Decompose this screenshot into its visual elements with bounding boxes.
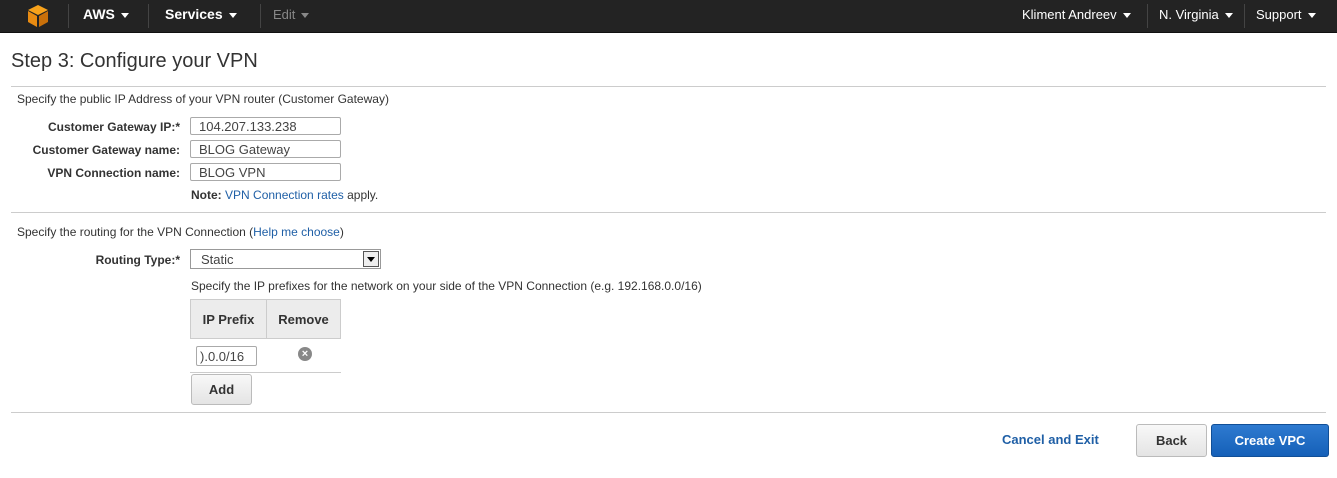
divider [11,86,1326,87]
help-me-choose-link[interactable]: Help me choose [253,225,340,239]
customer-gateway-name-input[interactable] [190,140,341,158]
edit-menu[interactable]: Edit [273,0,310,32]
customer-gateway-ip-label: Customer Gateway IP:* [47,120,180,134]
region-menu-label: N. Virginia [1159,7,1219,22]
customer-gateway-ip-input[interactable] [190,117,341,135]
aws-cube-logo-icon[interactable] [26,4,50,28]
chevron-down-icon [1224,13,1233,19]
divider [11,412,1326,413]
back-button[interactable]: Back [1136,424,1207,457]
chevron-down-icon [1122,13,1131,19]
create-vpc-button[interactable]: Create VPC [1211,424,1329,457]
vpn-connection-rates-link[interactable]: VPN Connection rates [225,188,344,202]
routing-description-close: ) [339,225,344,239]
note-suffix: apply. [347,188,379,202]
routing-type-value: Static [201,252,234,267]
user-menu-label: Kliment Andreev [1022,7,1117,22]
cancel-and-exit-link[interactable]: Cancel and Exit [1002,432,1099,447]
nav-divider [148,4,149,28]
ip-prefix-hint: Specify the IP prefixes for the network … [191,279,702,293]
top-nav-bar: AWS Services Edit Kliment Andreev N. Vir… [0,0,1337,33]
routing-description-text: Specify the routing for the VPN Connecti… [17,225,254,239]
nav-divider [260,4,261,28]
chevron-down-icon [301,13,310,19]
services-menu-label: Services [165,6,223,22]
page-title: Step 3: Configure your VPN [11,50,258,72]
ip-prefix-column-header: IP Prefix [190,299,267,339]
remove-column-header: Remove [266,299,341,339]
support-menu[interactable]: Support [1256,0,1316,32]
gateway-section-description: Specify the public IP Address of your VP… [17,92,389,106]
dropdown-arrow-icon[interactable] [363,251,379,267]
ip-prefix-input[interactable] [196,346,257,366]
add-prefix-button[interactable]: Add [191,374,252,405]
vpn-connection-name-input[interactable] [190,163,341,181]
routing-type-label: Routing Type:* [95,253,180,267]
aws-menu-label: AWS [83,6,115,22]
user-menu[interactable]: Kliment Andreev [1022,0,1131,32]
divider [11,212,1326,213]
chevron-down-icon [120,12,129,18]
vpn-connection-name-label: VPN Connection name: [47,166,180,180]
edit-menu-label: Edit [273,7,296,22]
nav-divider [1147,4,1148,28]
support-menu-label: Support [1256,7,1302,22]
aws-menu[interactable]: AWS [83,0,129,32]
note-prefix: Note: [191,188,222,202]
services-menu[interactable]: Services [165,0,237,32]
table-row-divider [190,372,341,373]
routing-type-select[interactable]: Static [190,249,381,269]
vpn-rates-note: Note: VPN Connection rates apply. [191,188,378,202]
region-menu[interactable]: N. Virginia [1159,0,1233,32]
customer-gateway-name-label: Customer Gateway name: [32,143,180,157]
chevron-down-icon [1307,13,1316,19]
routing-section-description: Specify the routing for the VPN Connecti… [17,225,344,239]
nav-divider [1244,4,1245,28]
chevron-down-icon [228,12,237,18]
remove-icon[interactable]: × [298,347,312,361]
nav-divider [68,4,69,28]
